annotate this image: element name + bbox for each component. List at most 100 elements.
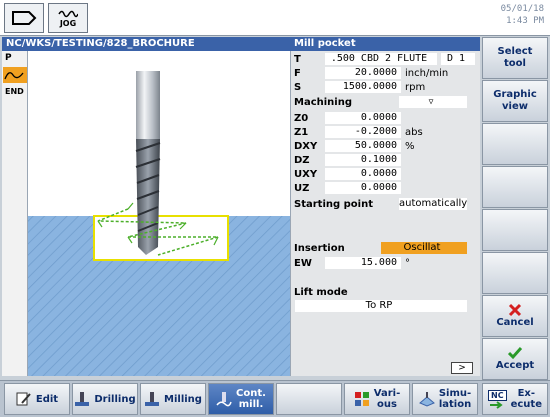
param-row-s: S 1500.0000 rpm <box>291 81 481 94</box>
date-time-display: 05/01/18 1:43 PM <box>501 3 544 27</box>
z1-unit: abs <box>405 127 423 138</box>
dxy-unit: % <box>405 141 415 152</box>
dz-field[interactable]: 0.1000 <box>325 154 401 166</box>
milling-icon <box>145 392 160 406</box>
param-row-uz: UZ 0.0000 <box>291 182 481 195</box>
param-row-insertion: Insertion Oscillat <box>291 242 481 255</box>
simulation-label-1: Simu- <box>438 388 472 399</box>
jog-label: JOG <box>59 18 77 28</box>
left-strip: P END <box>2 51 28 376</box>
dxy-field[interactable]: 50.0000 <box>325 140 401 152</box>
accept-check-icon <box>507 347 523 360</box>
execute-label-2: ecute <box>510 399 542 410</box>
insertion-field[interactable]: Oscillat <box>381 242 467 254</box>
select-tool-button[interactable]: Select tool <box>482 37 548 79</box>
param-starting-point-label: Starting point <box>294 199 373 210</box>
uz-field[interactable]: 0.0000 <box>325 182 401 194</box>
back-button[interactable] <box>4 3 44 33</box>
param-row-f: F 20.0000 inch/min <box>291 67 481 80</box>
param-row-t: T .500 CBD 2 FLUTE D 1 <box>291 53 481 66</box>
end-label: END <box>5 87 24 96</box>
execute-label-1: Ex- <box>517 388 535 399</box>
spindle-speed-unit: rpm <box>405 82 426 93</box>
feed-field[interactable]: 20.0000 <box>325 67 401 79</box>
uxy-field[interactable]: 0.0000 <box>325 168 401 180</box>
param-row-starting-point: Starting point automatically <box>291 198 481 211</box>
contour-milling-label-1: Cont. <box>236 388 266 399</box>
various-label-2: ous <box>377 399 397 410</box>
ew-unit: ° <box>405 258 410 269</box>
simulation-label-2: lation <box>438 399 472 410</box>
pocket-graphic <box>28 51 290 376</box>
milling-label: Milling <box>164 393 202 405</box>
milling-button[interactable]: Milling <box>140 383 206 415</box>
simulation-icon <box>418 392 435 407</box>
tool-name-field[interactable]: .500 CBD 2 FLUTE <box>325 53 437 65</box>
param-uz-label: UZ <box>294 183 310 194</box>
contour-milling-button[interactable]: Cont. mill. <box>208 383 274 415</box>
various-label-1: Vari- <box>373 388 401 399</box>
param-row-z1: Z1 -0.2000 abs <box>291 126 481 139</box>
param-t-label: T <box>294 54 301 65</box>
ew-field[interactable]: 15.000 <box>325 257 401 269</box>
jog-mode-button[interactable]: JOG <box>48 3 88 33</box>
bottom-softkey-empty[interactable] <box>276 383 342 415</box>
drilling-label: Drilling <box>94 393 136 405</box>
parameter-panel: T .500 CBD 2 FLUTE D 1 F 20.0000 inch/mi… <box>290 51 480 376</box>
param-row-z0: Z0 0.0000 <box>291 112 481 125</box>
date-text: 05/01/18 <box>500 4 544 14</box>
param-uxy-label: UXY <box>294 169 318 180</box>
various-button[interactable]: Vari- ous <box>344 383 410 415</box>
z1-field[interactable]: -0.2000 <box>325 126 401 138</box>
drilling-button[interactable]: Drilling <box>72 383 138 415</box>
simulation-button[interactable]: Simu- lation <box>412 383 478 415</box>
right-softkey-5[interactable] <box>482 209 548 251</box>
execute-button[interactable]: NC Ex- ecute <box>482 383 548 415</box>
edit-button[interactable]: Edit <box>4 383 70 415</box>
param-row-uxy: UXY 0.0000 <box>291 168 481 181</box>
execute-arrow-icon <box>490 400 503 409</box>
machining-dropdown[interactable]: ▽ <box>399 96 467 108</box>
right-softkey-6[interactable] <box>482 252 548 294</box>
spindle-speed-field[interactable]: 1500.0000 <box>325 81 401 93</box>
scroll-right-button[interactable]: > <box>451 362 473 374</box>
nc-badge: NC <box>488 389 507 401</box>
contour-milling-label-2: mill. <box>238 399 264 410</box>
param-row-dxy: DXY 50.0000 % <box>291 140 481 153</box>
z0-field[interactable]: 0.0000 <box>325 112 401 124</box>
right-softkey-4[interactable] <box>482 166 548 208</box>
nc-execute-icon: NC <box>488 389 507 409</box>
cancel-label: Cancel <box>496 317 534 328</box>
right-softkey-3[interactable] <box>482 123 548 165</box>
param-row-machining: Machining ▽ <box>291 96 481 109</box>
accept-label: Accept <box>495 360 535 371</box>
param-row-lift-mode-value: To RP <box>291 300 481 313</box>
feed-unit: inch/min <box>405 68 449 79</box>
p-label: P <box>5 53 12 63</box>
various-grid-icon <box>354 392 369 406</box>
contour-mode-icon[interactable] <box>3 67 27 83</box>
edit-label: Edit <box>35 393 59 405</box>
param-insertion-label: Insertion <box>294 243 345 254</box>
tool-edge-field[interactable]: D 1 <box>441 53 475 65</box>
starting-point-field[interactable]: automatically <box>399 198 467 210</box>
graphic-view-label: Graphic view <box>493 89 537 112</box>
time-text: 1:43 PM <box>506 16 544 26</box>
accept-button[interactable]: Accept <box>482 338 548 380</box>
panel-title: Mill pocket <box>290 37 480 51</box>
param-row-lift-mode: Lift mode <box>291 286 481 299</box>
param-s-label: S <box>294 82 302 93</box>
tool-shank <box>136 71 160 139</box>
param-z1-label: Z1 <box>294 127 309 138</box>
param-ew-label: EW <box>294 258 312 269</box>
lift-mode-field[interactable]: To RP <box>295 300 467 312</box>
cancel-button[interactable]: Cancel <box>482 295 548 337</box>
jog-wave-icon <box>58 10 78 17</box>
program-path: NC/WKS/TESTING/828_BROCHURE <box>2 37 290 51</box>
param-dxy-label: DXY <box>294 141 318 152</box>
param-lift-mode-label: Lift mode <box>294 287 348 298</box>
graphic-view-button[interactable]: Graphic view <box>482 80 548 122</box>
contour-milling-icon <box>216 392 232 407</box>
drilling-icon <box>75 392 90 406</box>
param-dz-label: DZ <box>294 155 310 166</box>
